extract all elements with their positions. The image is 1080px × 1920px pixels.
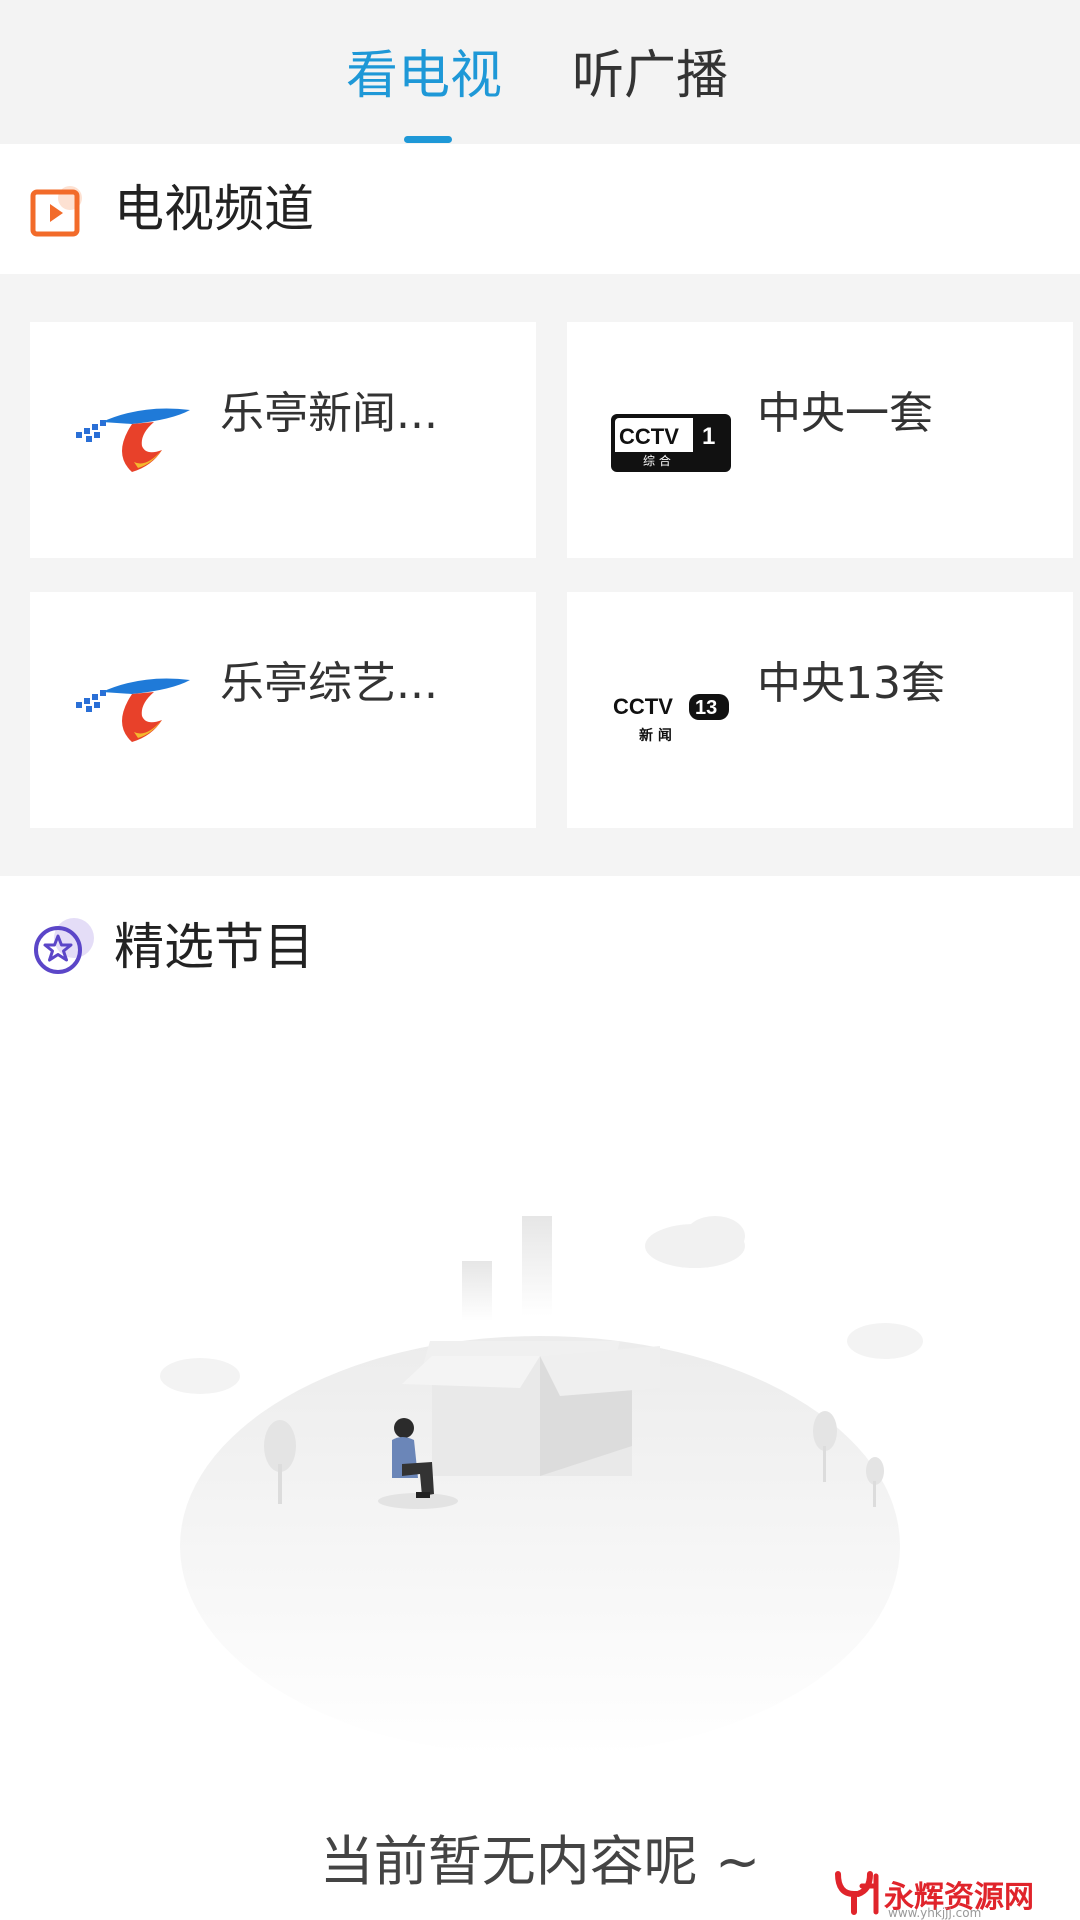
site-watermark: 永辉资源网 www.yhkjjj.com xyxy=(832,1870,1072,1920)
section-title: 精选节目 xyxy=(114,918,314,976)
channel-card-leting-news[interactable]: 乐亭新闻... xyxy=(30,322,536,558)
channel-name: 中央13套 xyxy=(757,658,945,709)
cctv-number: 1 xyxy=(702,423,715,450)
star-circle-icon xyxy=(34,918,94,974)
cctv1-logo: CCTV 1 综 合 xyxy=(611,414,731,472)
channel-card-leting-variety[interactable]: 乐亭综艺... xyxy=(30,592,536,828)
channel-name: 中央一套 xyxy=(757,388,933,439)
empty-box-illustration xyxy=(160,1216,923,1756)
tab-listen-radio[interactable]: 听广播 xyxy=(572,40,728,112)
channel-card-cctv13[interactable]: CCTV 13 新 闻 中央13套 xyxy=(567,592,1073,828)
cctv-text: CCTV xyxy=(619,424,679,449)
section-title: 电视频道 xyxy=(114,180,314,238)
leting-tv-logo xyxy=(76,678,190,742)
empty-state: 当前暂无内容呢 ~ xyxy=(0,1016,1080,1920)
cctv-subtitle: 新 闻 xyxy=(639,727,672,744)
watermark-url: www.yhkjjj.com xyxy=(888,1906,982,1920)
channel-card-cctv1[interactable]: CCTV 1 综 合 中央一套 xyxy=(567,322,1073,558)
cctv-text: CCTV xyxy=(613,694,673,719)
channel-grid: 乐亭新闻... CCTV 1 综 合 中央一套 乐亭综艺... CCTV 13 … xyxy=(0,274,1080,876)
top-tab-bar: 看电视 听广播 xyxy=(0,0,1080,144)
featured-programs-header: 精选节目 xyxy=(0,876,1080,1016)
leting-tv-logo xyxy=(76,408,190,472)
channel-name: 乐亭综艺... xyxy=(220,658,438,709)
cctv-subtitle: 综 合 xyxy=(643,453,671,468)
yh-logo-icon xyxy=(835,1871,879,1915)
tab-watch-tv[interactable]: 看电视 xyxy=(346,40,502,112)
play-box-icon xyxy=(30,186,82,237)
tv-channels-header: 电视频道 xyxy=(0,144,1080,274)
active-tab-indicator xyxy=(404,136,452,143)
cctv13-logo: CCTV 13 新 闻 xyxy=(613,694,729,744)
channel-name: 乐亭新闻... xyxy=(220,388,438,439)
cctv-number: 13 xyxy=(695,697,717,719)
